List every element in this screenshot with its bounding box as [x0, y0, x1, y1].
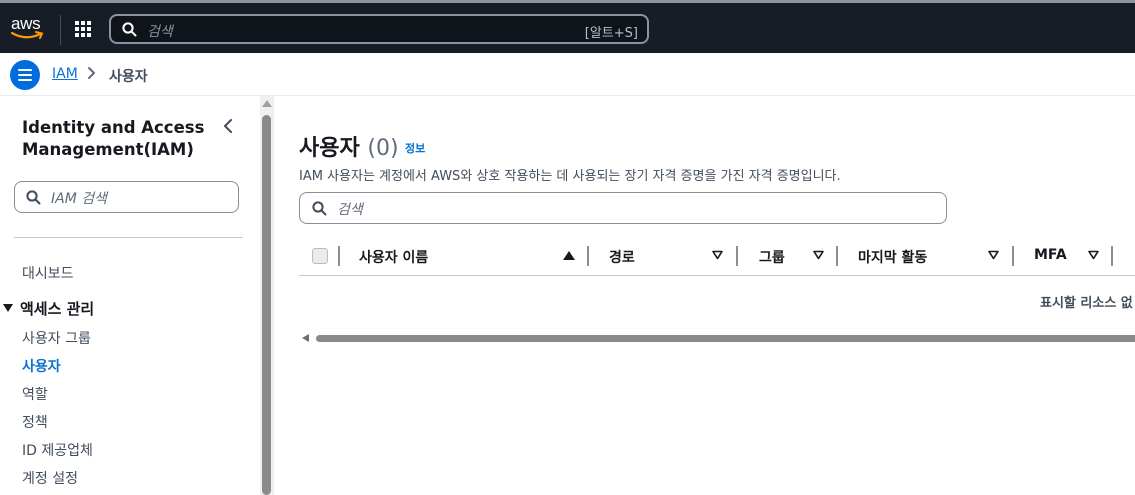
column-header-mfa[interactable]: MFA: [1034, 247, 1067, 263]
empty-state-text: 표시할 리소스 없: [1040, 296, 1133, 311]
sidebar-item-identity-providers[interactable]: ID 제공업체: [22, 440, 93, 460]
sort-descending-icon[interactable]: [988, 250, 999, 260]
sidebar-section-access-management[interactable]: 액세스 관리: [3, 298, 94, 319]
breadcrumb-current: 사용자: [109, 69, 148, 85]
search-icon: [26, 190, 41, 205]
user-count: (0): [367, 136, 399, 161]
users-search-placeholder: 검색: [337, 202, 363, 218]
scroll-left-arrow[interactable]: [302, 334, 309, 342]
aws-smile-icon: [11, 31, 44, 39]
column-divider: [587, 246, 589, 266]
scroll-up-arrow[interactable]: [262, 100, 272, 107]
sort-ascending-icon[interactable]: [563, 251, 575, 260]
sidebar-item-users[interactable]: 사용자: [22, 356, 61, 376]
scrollbar-thumb[interactable]: [262, 115, 271, 495]
menu-toggle-button[interactable]: [10, 60, 40, 90]
global-search-input[interactable]: 검색 [알트+S]: [109, 14, 649, 44]
sidebar-search-input[interactable]: IAM 검색: [14, 181, 239, 213]
column-divider: [1111, 246, 1113, 266]
side-navigation: Identity and Access Management(IAM) IAM …: [0, 96, 260, 495]
info-link[interactable]: 정보: [405, 140, 425, 156]
sidebar-section-label: 액세스 관리: [20, 300, 95, 318]
search-shortcut-hint: [알트+S]: [584, 26, 638, 41]
sidebar-item-account-settings[interactable]: 계정 설정: [22, 468, 78, 488]
column-header-last-activity[interactable]: 마지막 활동: [858, 247, 927, 267]
chevron-left-icon[interactable]: [222, 118, 234, 134]
topnav-divider: [60, 15, 61, 45]
breadcrumb-bar: IAM 사용자: [0, 53, 1135, 96]
sidebar-divider: [14, 237, 243, 238]
sort-descending-icon[interactable]: [1088, 250, 1099, 260]
sidebar-search-placeholder: IAM 검색: [51, 191, 107, 207]
search-icon: [122, 22, 137, 37]
sidebar-item-user-groups[interactable]: 사용자 그룹: [22, 328, 91, 348]
column-header-groups[interactable]: 그룹: [759, 247, 785, 267]
users-search-input[interactable]: 검색: [299, 192, 947, 224]
table-header: 사용자 이름 경로 그룹 마지막 활동 MFA: [299, 241, 1135, 276]
sort-descending-icon[interactable]: [712, 250, 723, 260]
global-search-placeholder: 검색: [147, 24, 173, 40]
column-header-username[interactable]: 사용자 이름: [359, 247, 428, 267]
page-description: IAM 사용자는 계정에서 AWS와 상호 작용하는 데 사용되는 장기 자격 …: [299, 169, 841, 184]
table-horizontal-scrollbar[interactable]: [299, 332, 1135, 344]
page-title-text: 사용자: [299, 136, 360, 161]
column-divider: [836, 246, 838, 266]
sidebar-item-policies[interactable]: 정책: [22, 412, 48, 432]
sidebar-scrollbar[interactable]: [260, 96, 274, 495]
sidebar-item-roles[interactable]: 역할: [22, 384, 48, 404]
column-divider: [736, 246, 738, 266]
select-all-checkbox[interactable]: [312, 248, 328, 264]
column-header-path[interactable]: 경로: [609, 247, 635, 267]
sidebar-item-dashboard[interactable]: 대시보드: [22, 263, 74, 283]
column-divider: [338, 246, 340, 266]
horizontal-scrollbar-thumb[interactable]: [316, 335, 1135, 342]
caret-down-icon: [3, 304, 13, 312]
sidebar-title[interactable]: Identity and Access Management(IAM): [22, 117, 212, 161]
aws-logo[interactable]: aws: [11, 13, 47, 39]
page-title: 사용자 (0): [299, 130, 399, 162]
top-navigation: aws 검색 [알트+S]: [0, 0, 1135, 53]
breadcrumb-iam-link[interactable]: IAM: [52, 66, 78, 82]
main-content: 사용자 (0) 정보 IAM 사용자는 계정에서 AWS와 상호 작용하는 데 …: [275, 96, 1135, 495]
services-grid-icon[interactable]: [75, 21, 93, 39]
chevron-right-icon: [88, 67, 95, 79]
search-icon: [312, 201, 327, 216]
sort-descending-icon[interactable]: [813, 250, 824, 260]
column-divider: [1012, 246, 1014, 266]
